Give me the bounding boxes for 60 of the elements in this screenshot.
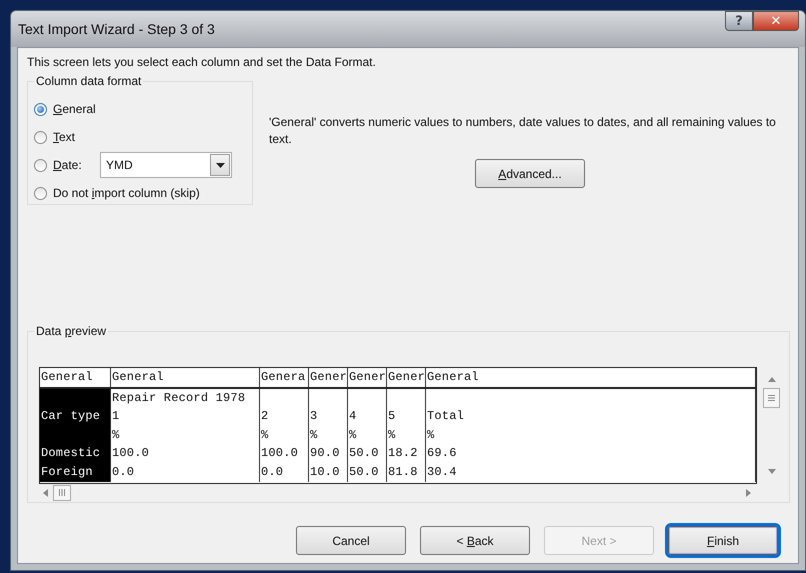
table-cell: 1 — [111, 407, 260, 426]
table-cell: 81.8 — [387, 462, 426, 482]
radio-button[interactable] — [34, 158, 47, 172]
table-cell: 10.0 — [309, 462, 348, 482]
table-cell: % — [426, 426, 756, 444]
column-header[interactable]: Genera — [260, 368, 309, 387]
scroll-thumb[interactable] — [53, 484, 71, 500]
radio-button[interactable] — [34, 102, 47, 116]
column-header[interactable]: General — [111, 368, 260, 387]
group-title: Data preview — [34, 324, 108, 338]
option-label[interactable]: Date: — [53, 158, 100, 172]
option-label[interactable]: General — [53, 102, 96, 116]
table-cell: 50.0 — [348, 462, 387, 482]
table-cell: 3 — [309, 407, 348, 426]
column-header[interactable]: Gener — [309, 368, 348, 387]
table-cell: % — [309, 426, 348, 444]
dialog-button[interactable]: < Back — [420, 526, 530, 555]
table-cell: 5 — [387, 407, 426, 426]
table-cell: Car type — [40, 407, 111, 426]
table-cell: Foreign — [40, 462, 111, 482]
scroll-left-icon[interactable] — [43, 488, 48, 496]
scroll-right-icon[interactable] — [746, 488, 751, 496]
dialog-button[interactable]: Finish — [668, 526, 778, 555]
table-cell: 100.0 — [260, 444, 309, 463]
column-header[interactable]: General — [426, 368, 756, 387]
table-cell: % — [387, 426, 426, 444]
table-cell: Repair Record 1978 — [111, 388, 260, 408]
dialog-button[interactable]: Cancel — [296, 526, 406, 555]
date-format-dropdown[interactable]: YMD — [100, 152, 232, 178]
advanced-button[interactable]: Advanced... — [475, 159, 585, 188]
column-header[interactable]: General — [40, 368, 111, 387]
table-cell: 0.0 — [260, 462, 309, 482]
option-label[interactable]: Text — [53, 130, 76, 144]
table-cell: 30.4 — [426, 462, 756, 482]
table-cell: 2 — [260, 407, 309, 426]
radio-button[interactable] — [34, 130, 47, 144]
window-title: Text Import Wizard - Step 3 of 3 — [18, 21, 215, 37]
table-cell: Domestic — [40, 444, 111, 463]
table-cell: 90.0 — [309, 444, 348, 463]
intro-text: This screen lets you select each column and set the Data Format. — [27, 55, 376, 69]
radio-button[interactable] — [34, 186, 47, 200]
help-button[interactable]: ? — [725, 11, 753, 31]
table-cell: 18.2 — [387, 444, 426, 463]
table-cell: 69.6 — [426, 444, 756, 463]
table-cell: 4 — [348, 407, 387, 426]
table-cell: 100.0 — [111, 444, 260, 463]
table-cell: 0.0 — [111, 462, 260, 482]
table-cell: % — [111, 426, 260, 444]
scroll-down-icon[interactable] — [768, 469, 776, 474]
group-title: Column data format — [34, 74, 144, 88]
option-label[interactable]: Do not import column (skip) — [53, 186, 200, 200]
table-cell: % — [348, 426, 387, 444]
scroll-thumb[interactable] — [763, 388, 780, 408]
format-description: 'General' converts numeric values to numbers, date values to dates, and all remaining values to text. — [269, 114, 777, 148]
table-cell: % — [260, 426, 309, 444]
scroll-up-icon[interactable] — [768, 377, 776, 382]
column-header[interactable]: Gener — [348, 368, 387, 387]
table-cell: Total — [426, 407, 756, 426]
table-cell: 50.0 — [348, 444, 387, 463]
column-header[interactable]: Gener — [387, 368, 426, 387]
